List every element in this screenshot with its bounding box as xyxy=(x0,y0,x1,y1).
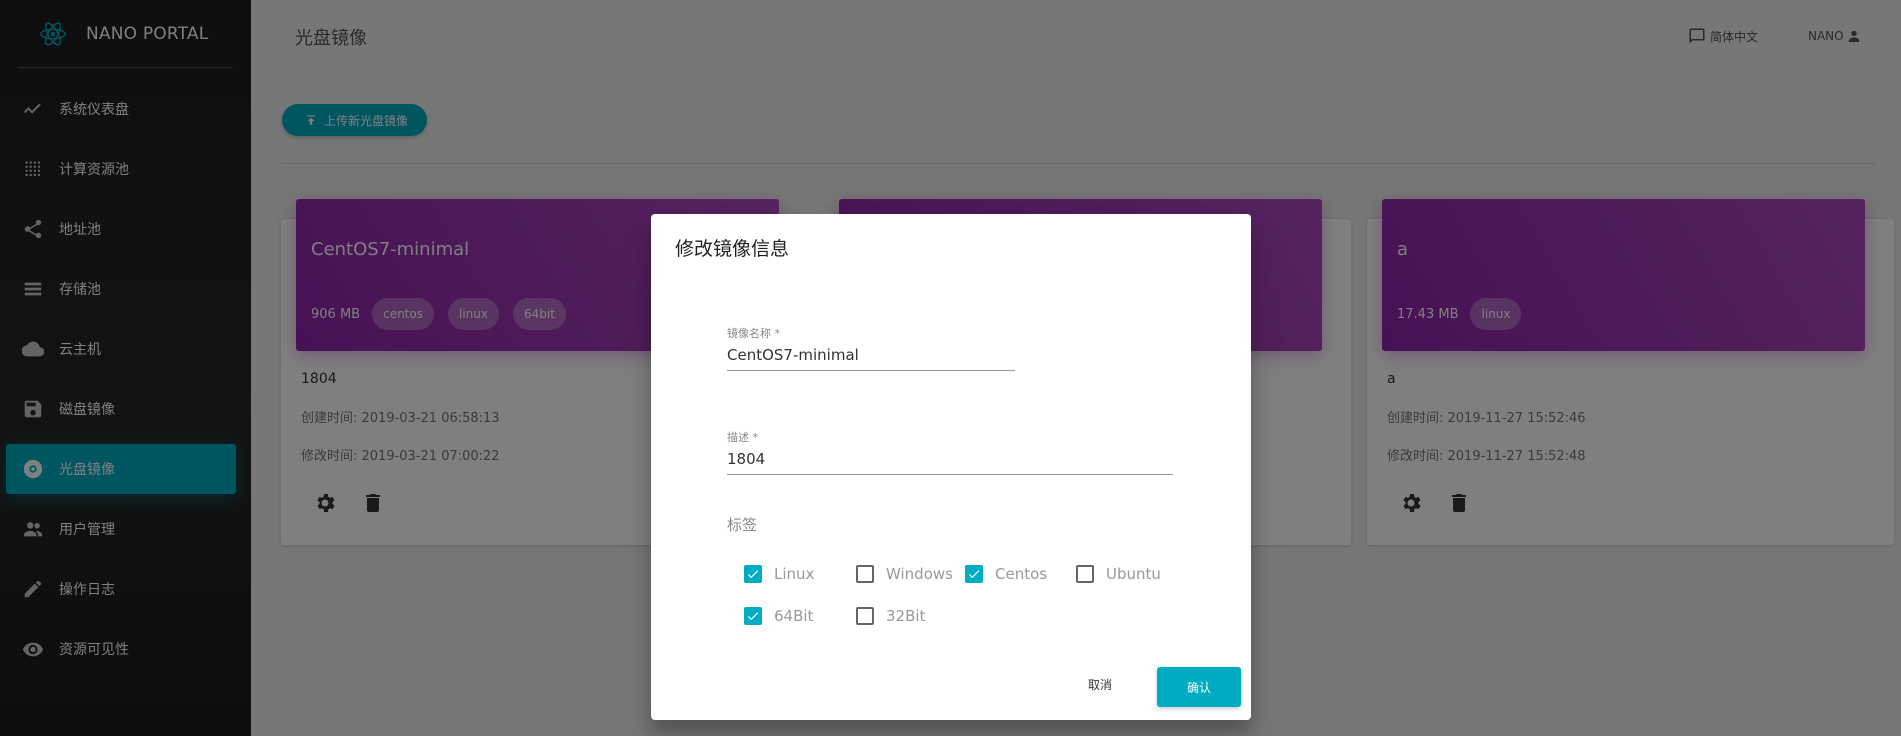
cancel-button[interactable]: 取消 xyxy=(1088,676,1112,693)
checkbox-label: Ubuntu xyxy=(1106,565,1161,583)
checkbox-label: Windows xyxy=(886,565,953,583)
image-name-input[interactable] xyxy=(727,346,1015,371)
image-name-field: 镜像名称 * xyxy=(727,325,1015,371)
checkbox-32bit[interactable]: 32Bit xyxy=(856,607,925,625)
checkbox-windows[interactable]: Windows xyxy=(856,565,953,583)
checkbox-linux[interactable]: Linux xyxy=(744,565,814,583)
description-field: 描述 * xyxy=(727,429,1173,475)
checkbox-ubuntu[interactable]: Ubuntu xyxy=(1076,565,1161,583)
checkbox-box xyxy=(856,607,874,625)
checkbox-box xyxy=(744,607,762,625)
checkbox-centos[interactable]: Centos xyxy=(965,565,1047,583)
image-name-label: 镜像名称 * xyxy=(727,327,780,340)
dialog-title: 修改镜像信息 xyxy=(675,238,790,260)
description-input[interactable] xyxy=(727,450,1173,475)
tags-label: 标签 xyxy=(727,516,758,534)
check-icon xyxy=(747,570,759,579)
checkbox-label: Centos xyxy=(995,565,1048,583)
checkbox-box xyxy=(744,565,762,583)
description-label: 描述 * xyxy=(727,431,758,444)
checkbox-box xyxy=(965,565,983,583)
edit-image-dialog: 修改镜像信息 镜像名称 * 描述 * 标签 Linux Windows Cent… xyxy=(651,214,1251,720)
checkbox-label: 64Bit xyxy=(774,607,814,625)
checkbox-label: Linux xyxy=(774,565,815,583)
checkbox-64bit[interactable]: 64Bit xyxy=(744,607,813,625)
confirm-button[interactable]: 确认 xyxy=(1157,667,1241,707)
checkbox-label: 32Bit xyxy=(886,607,926,625)
check-icon xyxy=(968,570,980,579)
checkbox-box xyxy=(1076,565,1094,583)
check-icon xyxy=(747,612,759,621)
checkbox-box xyxy=(856,565,874,583)
